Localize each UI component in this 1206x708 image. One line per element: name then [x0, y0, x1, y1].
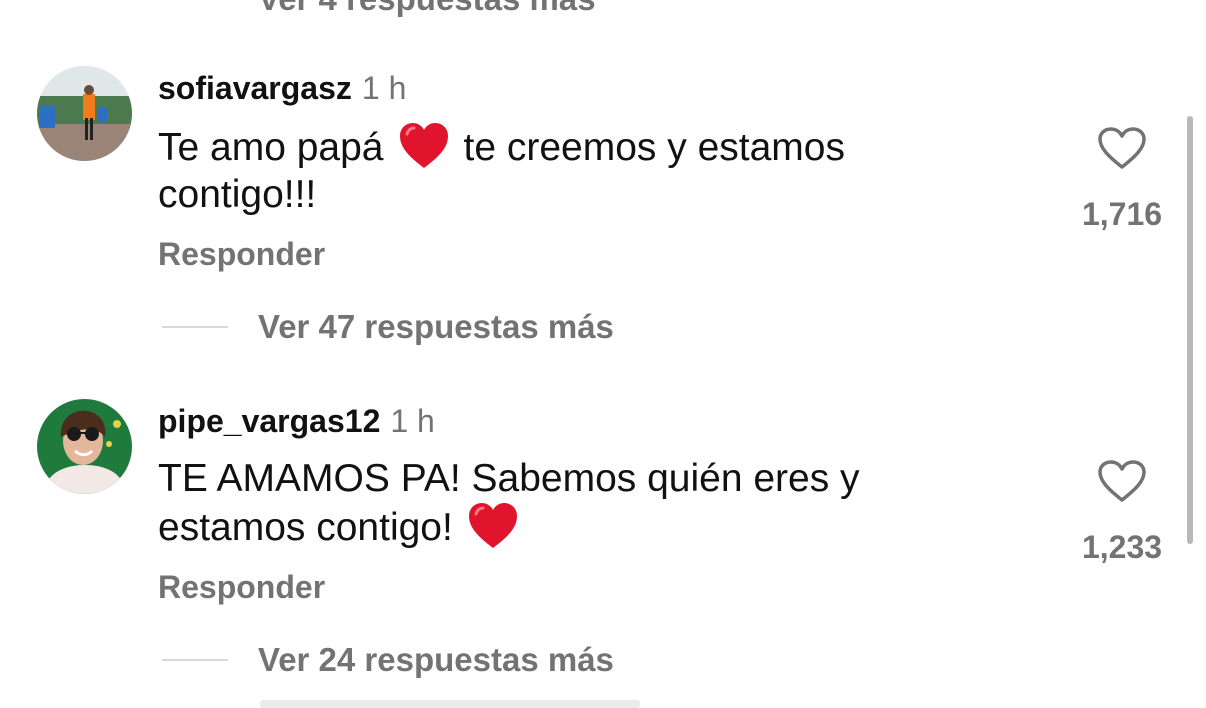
comment-text-part: TE AMAMOS PA! Sabemos quién eres y	[158, 457, 860, 500]
view-more-label: Ver 4 respuestas más	[258, 0, 596, 18]
heart-outline-icon	[1098, 127, 1146, 169]
view-more-label: Ver 24 respuestas más	[258, 641, 614, 678]
view-more-replies-top[interactable]: Ver 4 respuestas más	[162, 0, 596, 18]
comment-text-part: contigo!!!	[158, 173, 317, 216]
comment-text: TE AMAMOS PA! Sabemos quién eres y estam…	[158, 455, 958, 551]
avatar[interactable]	[37, 399, 132, 494]
comment-header: pipe_vargas12 1 h	[158, 403, 435, 440]
view-more-replies[interactable]: Ver 24 respuestas más	[162, 641, 614, 679]
username[interactable]: sofiavargasz	[158, 70, 352, 107]
timestamp: 1 h	[390, 403, 435, 439]
comment-text-part: Te amo papá	[158, 126, 384, 169]
view-more-label: Ver 47 respuestas más	[258, 308, 614, 345]
like-button[interactable]	[1097, 126, 1147, 170]
like-count: 1,233	[1081, 529, 1163, 565]
avatar[interactable]	[37, 66, 132, 161]
username[interactable]: pipe_vargas12	[158, 403, 380, 440]
cut-off-next-row	[260, 700, 640, 708]
comment-header: sofiavargasz 1 h	[158, 70, 406, 107]
timestamp: 1 h	[361, 70, 407, 106]
heart-outline-icon	[1098, 460, 1146, 502]
comment-text: Te amo papá te creemos y estamos contigo!…	[158, 122, 958, 218]
divider-line	[162, 326, 228, 328]
red-heart-emoji-icon	[467, 502, 519, 550]
comment-text-part: estamos contigo!	[158, 506, 453, 549]
like-count: 1,716	[1081, 196, 1163, 232]
like-button[interactable]	[1097, 459, 1147, 503]
comment-text-part: te creemos y estamos	[463, 126, 845, 169]
view-more-replies[interactable]: Ver 47 respuestas más	[162, 308, 614, 346]
divider-line	[162, 659, 228, 661]
red-heart-emoji-icon	[398, 122, 450, 170]
reply-button[interactable]: Responder	[158, 236, 325, 273]
reply-button[interactable]: Responder	[158, 569, 325, 606]
scrollbar[interactable]	[1187, 116, 1193, 544]
